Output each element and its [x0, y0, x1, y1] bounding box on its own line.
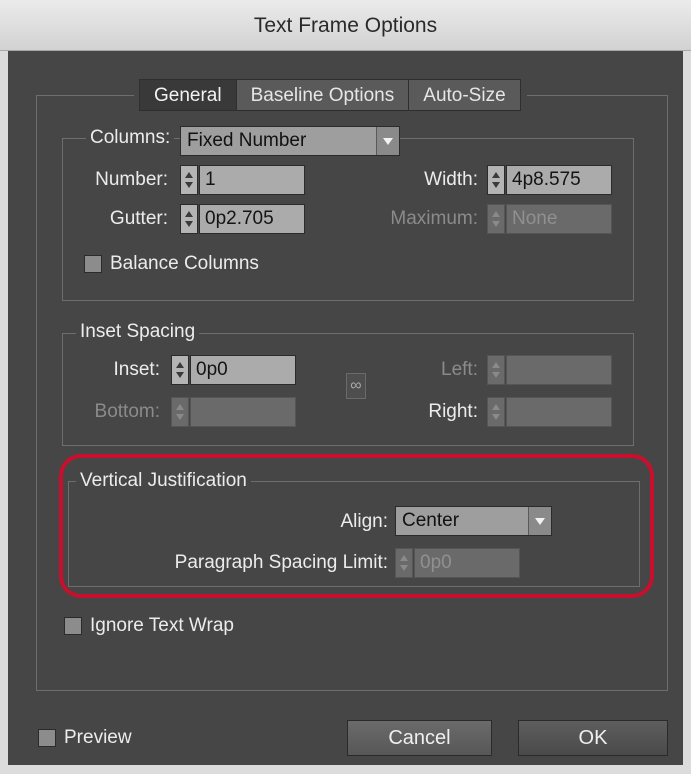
gutter-field[interactable]: 0p2.705: [199, 204, 305, 234]
width-label: Width:: [424, 169, 478, 190]
left-label: Left:: [441, 359, 478, 380]
preview-checkbox[interactable]: [38, 729, 56, 747]
dialog-title: Text Frame Options: [253, 14, 438, 37]
paragraph-spacing-limit-field[interactable]: 0p0: [414, 548, 520, 578]
right-field[interactable]: [506, 397, 612, 427]
gutter-stepper[interactable]: [180, 204, 198, 234]
maximum-stepper[interactable]: [487, 204, 505, 234]
bottom-label: Bottom:: [94, 401, 160, 422]
width-stepper[interactable]: [487, 165, 505, 195]
columns-type-select[interactable]: Fixed Number: [180, 126, 400, 156]
ignore-text-wrap-label: Ignore Text Wrap: [90, 615, 234, 636]
inset-label: Inset:: [113, 359, 160, 380]
balance-columns-checkbox[interactable]: [84, 255, 102, 273]
tab-auto-size[interactable]: Auto-Size: [408, 79, 521, 111]
inset-field[interactable]: 0p0: [190, 355, 296, 385]
number-field[interactable]: 1: [199, 165, 305, 195]
chevron-down-icon: [376, 127, 399, 155]
ignore-text-wrap-checkbox[interactable]: [64, 617, 82, 635]
paragraph-spacing-limit-stepper[interactable]: [395, 548, 413, 578]
tab-baseline-options[interactable]: Baseline Options: [235, 79, 410, 111]
align-label: Align:: [340, 511, 388, 532]
number-label: Number:: [95, 169, 168, 190]
left-field[interactable]: [506, 355, 612, 385]
gutter-label: Gutter:: [109, 208, 168, 229]
columns-type-value: Fixed Number: [187, 130, 307, 151]
cancel-button[interactable]: Cancel: [347, 720, 492, 756]
maximum-field[interactable]: None: [506, 204, 612, 234]
align-value: Center: [402, 510, 460, 531]
balance-columns-label: Balance Columns: [110, 253, 259, 274]
width-field[interactable]: 4p8.575: [506, 165, 612, 195]
columns-legend: Columns:: [86, 127, 175, 149]
tab-general[interactable]: General: [139, 79, 237, 111]
vertical-justification-legend: Vertical Justification: [76, 470, 251, 492]
dialog-body: General Baseline Options Auto-Size Colum…: [8, 51, 683, 765]
inset-stepper[interactable]: [171, 355, 189, 385]
paragraph-spacing-limit-label: Paragraph Spacing Limit:: [174, 552, 388, 573]
chevron-down-icon: [528, 507, 551, 535]
left-stepper[interactable]: [487, 355, 505, 385]
align-select[interactable]: Center: [395, 506, 552, 536]
right-stepper[interactable]: [487, 397, 505, 427]
right-label: Right:: [428, 401, 478, 422]
maximum-label: Maximum:: [390, 208, 478, 229]
text-frame-options-dialog: Text Frame Options General Baseline Opti…: [0, 0, 691, 774]
tab-bar: General Baseline Options Auto-Size: [134, 79, 527, 111]
title-bar[interactable]: Text Frame Options: [0, 0, 691, 51]
bottom-stepper[interactable]: [171, 397, 189, 427]
inset-spacing-legend: Inset Spacing: [76, 321, 200, 343]
preview-label: Preview: [64, 727, 132, 748]
chain-link-icon[interactable]: ∞: [346, 373, 366, 399]
bottom-field[interactable]: [190, 397, 296, 427]
ok-button[interactable]: OK: [518, 720, 668, 756]
number-stepper[interactable]: [180, 165, 198, 195]
